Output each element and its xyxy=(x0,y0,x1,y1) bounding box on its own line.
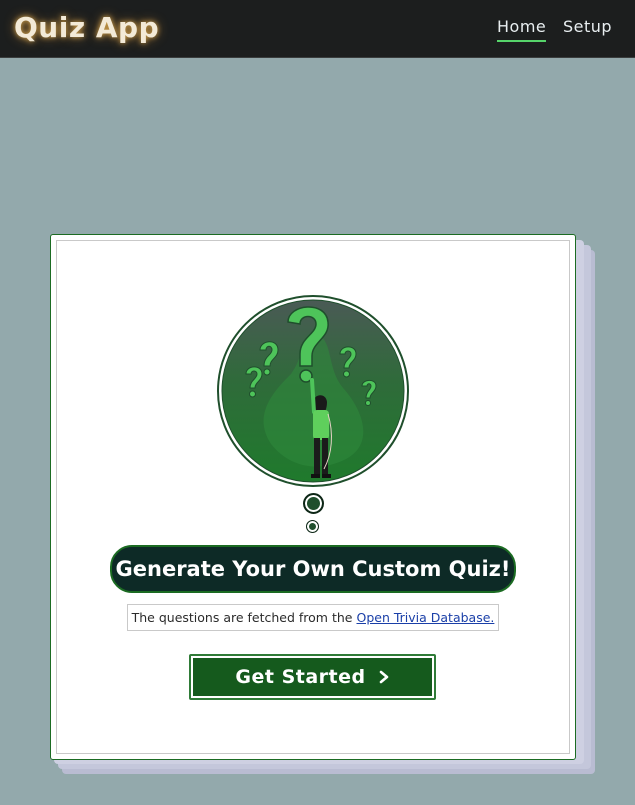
thought-bubble-dot xyxy=(306,520,319,533)
headline: Generate Your Own Custom Quiz! xyxy=(110,545,516,593)
nav-link-home[interactable]: Home xyxy=(497,17,547,42)
info-prefix: The questions are fetched from the xyxy=(131,610,353,625)
brand-title[interactable]: Quiz App xyxy=(14,11,159,44)
question-marks-person-illustration xyxy=(217,295,409,487)
thought-bubble-dot xyxy=(303,493,324,514)
get-started-button[interactable]: Get Started xyxy=(189,654,436,700)
get-started-label: Get Started xyxy=(235,666,366,688)
info-text: The questions are fetched from the Open … xyxy=(127,604,499,631)
navbar: Quiz App Home Setup xyxy=(0,0,635,58)
nav-link-setup[interactable]: Setup xyxy=(563,17,612,36)
chevron-right-icon xyxy=(379,670,388,684)
open-trivia-link[interactable]: Open Trivia Database. xyxy=(356,610,494,625)
